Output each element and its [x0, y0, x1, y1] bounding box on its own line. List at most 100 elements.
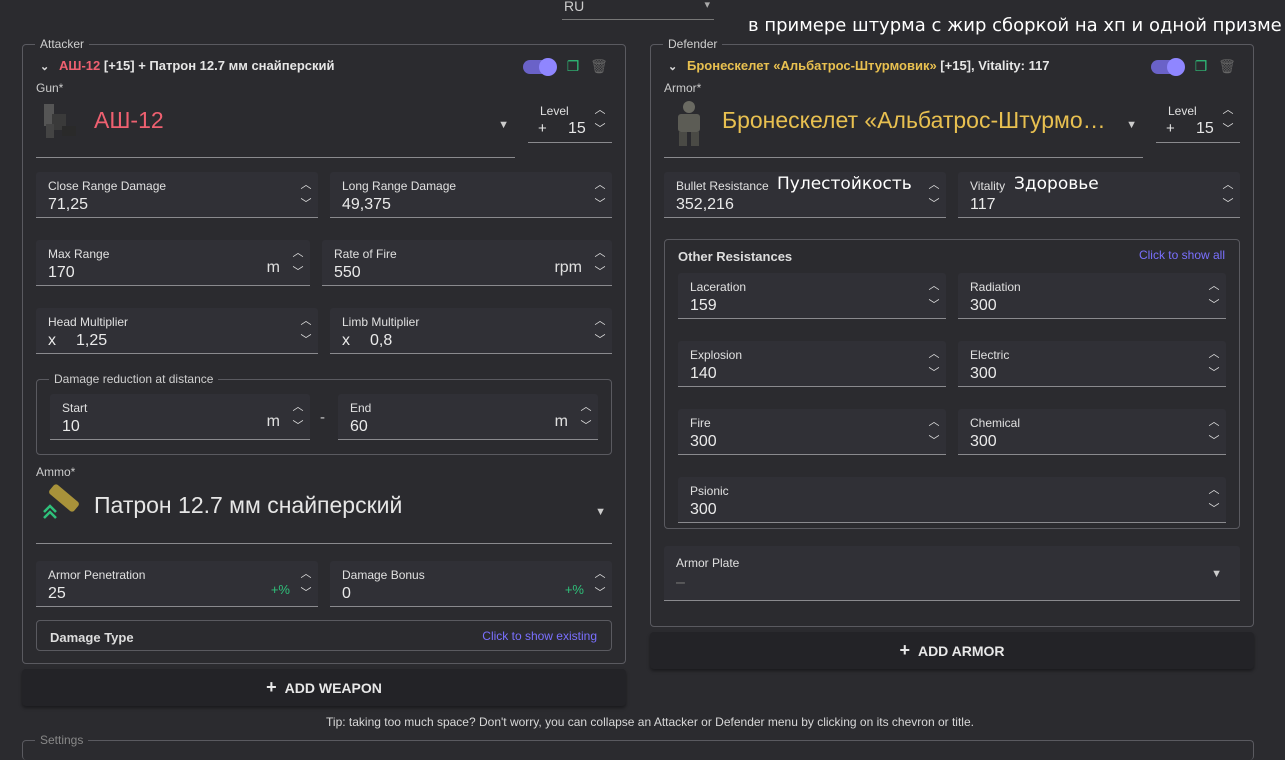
damage-bonus-field[interactable]: Damage Bonus 0 +% ︿ ﹀: [330, 561, 612, 607]
fire-field[interactable]: Fire 300 ︿ ﹀: [678, 409, 946, 455]
defender-title[interactable]: ⌄ Бронескелет «Альбатрос-Штурмовик» [+15]…: [668, 58, 1050, 73]
psionic-label: Psionic: [690, 484, 729, 498]
limb-multiplier-field[interactable]: Limb Multiplier x 0,8 ︿ ﹀: [330, 308, 612, 354]
stepper[interactable]: ︿ ﹀: [594, 565, 606, 603]
long-range-label: Long Range Damage: [342, 179, 457, 193]
stepper[interactable]: ︿ ﹀: [292, 398, 304, 436]
long-range-damage-field[interactable]: Long Range Damage 49,375 ︿ ﹀: [330, 172, 612, 218]
defender-title-armor: Бронескелет «Альбатрос-Штурмовик»: [687, 58, 937, 73]
electric-field[interactable]: Electric 300 ︿ ﹀: [958, 341, 1226, 387]
plus-icon: +: [899, 640, 910, 660]
stepper[interactable]: ︿ ﹀: [928, 277, 940, 315]
stepper[interactable]: ︿ ﹀: [1222, 176, 1234, 214]
end-value: 60: [350, 418, 368, 435]
level-stepper[interactable]: ︿ ﹀: [594, 101, 606, 139]
attacker-level-field[interactable]: Level + 15 ︿ ﹀: [528, 97, 612, 143]
add-armor-button[interactable]: + ADD ARMOR: [650, 632, 1254, 669]
stepper[interactable]: ︿ ﹀: [928, 345, 940, 383]
armor-penetration-label: Armor Penetration: [48, 568, 146, 582]
armor-select[interactable]: Бронескелет «Альбатрос-Штурмо… ▼: [664, 95, 1143, 158]
limb-multiplier-value: 0,8: [370, 332, 393, 349]
stepper[interactable]: ︿ ﹀: [300, 176, 312, 214]
settings-legend[interactable]: Settings: [35, 733, 89, 747]
level-value: 15: [568, 120, 586, 137]
language-select[interactable]: RU ▾: [562, 0, 714, 20]
psionic-field[interactable]: Psionic 300 ︿ ﹀: [678, 477, 1226, 523]
damage-type-section[interactable]: Damage Type Click to show existing: [36, 620, 612, 651]
stepper[interactable]: ︿ ﹀: [928, 413, 940, 451]
rate-of-fire-label: Rate of Fire: [334, 247, 397, 261]
ammo-select[interactable]: Патрон 12.7 мм снайперский ▼: [36, 478, 612, 544]
percent-toggle[interactable]: +%: [271, 582, 290, 597]
attacker-title[interactable]: ⌄ АШ-12 [+15] + Патрон 12.7 мм снайперски…: [40, 58, 335, 73]
armor-plate-select[interactable]: Armor Plate – ▼: [664, 546, 1240, 601]
multiplier-prefix: x: [48, 332, 56, 349]
bullet-resistance-annotation: Пулестойкость: [777, 174, 912, 194]
max-range-field[interactable]: Max Range 170 m ︿ ﹀: [36, 240, 310, 286]
close-range-damage-field[interactable]: Close Range Damage 71,25 ︿ ﹀: [36, 172, 318, 218]
defender-title-info: [+15], Vitality: 117: [936, 58, 1050, 73]
percent-toggle[interactable]: +%: [565, 582, 584, 597]
stepper[interactable]: ︿ ﹀: [594, 176, 606, 214]
copy-icon[interactable]: ❐: [1192, 58, 1210, 76]
radiation-field[interactable]: Radiation 300 ︿ ﹀: [958, 273, 1226, 319]
chevron-down-icon[interactable]: ⌄: [40, 60, 50, 73]
defender-legend: Defender: [663, 37, 723, 51]
vitality-annotation: Здоровье: [1014, 174, 1099, 194]
vitality-field[interactable]: Vitality 117 ︿ ﹀: [958, 172, 1240, 218]
fire-label: Fire: [690, 416, 711, 430]
caret-down-icon: ▼: [1211, 568, 1222, 580]
chemical-value: 300: [970, 433, 997, 450]
explosion-label: Explosion: [690, 348, 743, 362]
gun-select[interactable]: АШ-12 ▼: [36, 95, 515, 158]
ammo-name: Патрон 12.7 мм снайперский: [94, 492, 403, 518]
stepper[interactable]: ︿ ﹀: [928, 176, 940, 214]
stepper[interactable]: ︿ ﹀: [594, 312, 606, 350]
stepper[interactable]: ︿ ﹀: [300, 312, 312, 350]
electric-label: Electric: [970, 348, 1010, 362]
head-multiplier-field[interactable]: Head Multiplier x 1,25 ︿ ﹀: [36, 308, 318, 354]
end-distance-field[interactable]: End 60 m ︿ ﹀: [338, 394, 598, 440]
explosion-field[interactable]: Explosion 140 ︿ ﹀: [678, 341, 946, 387]
add-weapon-button[interactable]: + ADD WEAPON: [22, 669, 626, 706]
vitality-value: 117: [970, 196, 996, 213]
stepper[interactable]: ︿ ﹀: [580, 398, 592, 436]
show-existing-link[interactable]: Click to show existing: [482, 629, 597, 643]
psionic-value: 300: [690, 501, 717, 518]
rate-of-fire-field[interactable]: Rate of Fire 550 rpm ︿ ﹀: [322, 240, 612, 286]
stepper[interactable]: ︿ ﹀: [292, 244, 304, 282]
unit-label: rpm: [554, 259, 582, 276]
laceration-field[interactable]: Laceration 159 ︿ ﹀: [678, 273, 946, 319]
level-stepper[interactable]: ︿ ﹀: [1222, 101, 1234, 139]
copy-icon[interactable]: ❐: [564, 58, 582, 76]
stepper[interactable]: ︿ ﹀: [1208, 481, 1220, 519]
stepper[interactable]: ︿ ﹀: [594, 244, 606, 282]
close-range-value: 71,25: [48, 196, 89, 213]
start-value: 10: [62, 418, 80, 435]
unit-label: m: [554, 413, 568, 430]
stepper[interactable]: ︿ ﹀: [1208, 345, 1220, 383]
damage-bonus-value: 0: [342, 585, 351, 602]
multiplier-prefix: x: [342, 332, 350, 349]
show-all-link[interactable]: Click to show all: [1139, 248, 1225, 262]
close-range-label: Close Range Damage: [48, 179, 167, 193]
stepper[interactable]: ︿ ﹀: [1208, 277, 1220, 315]
defender-enable-toggle[interactable]: [1151, 58, 1185, 76]
chevron-down-icon: ▾: [704, 0, 710, 11]
ammo-icon: [43, 484, 79, 519]
trash-icon[interactable]: 🗑: [1218, 58, 1236, 76]
trash-icon[interactable]: 🗑: [590, 58, 608, 76]
stepper[interactable]: ︿ ﹀: [1208, 413, 1220, 451]
attacker-enable-toggle[interactable]: [523, 58, 557, 76]
settings-panel: Settings: [22, 733, 1254, 760]
armor-penetration-field[interactable]: Armor Penetration 25 +% ︿ ﹀: [36, 561, 318, 607]
level-value: 15: [1196, 120, 1214, 137]
language-value: RU: [564, 0, 585, 14]
stepper[interactable]: ︿ ﹀: [300, 565, 312, 603]
start-distance-field[interactable]: Start 10 m ︿ ﹀: [50, 394, 310, 440]
chemical-field[interactable]: Chemical 300 ︿ ﹀: [958, 409, 1226, 455]
damage-reduction-legend: Damage reduction at distance: [49, 372, 219, 386]
chevron-down-icon[interactable]: ⌄: [668, 60, 678, 73]
explosion-value: 140: [690, 365, 717, 382]
defender-level-field[interactable]: Level + 15 ︿ ﹀: [1156, 97, 1240, 143]
